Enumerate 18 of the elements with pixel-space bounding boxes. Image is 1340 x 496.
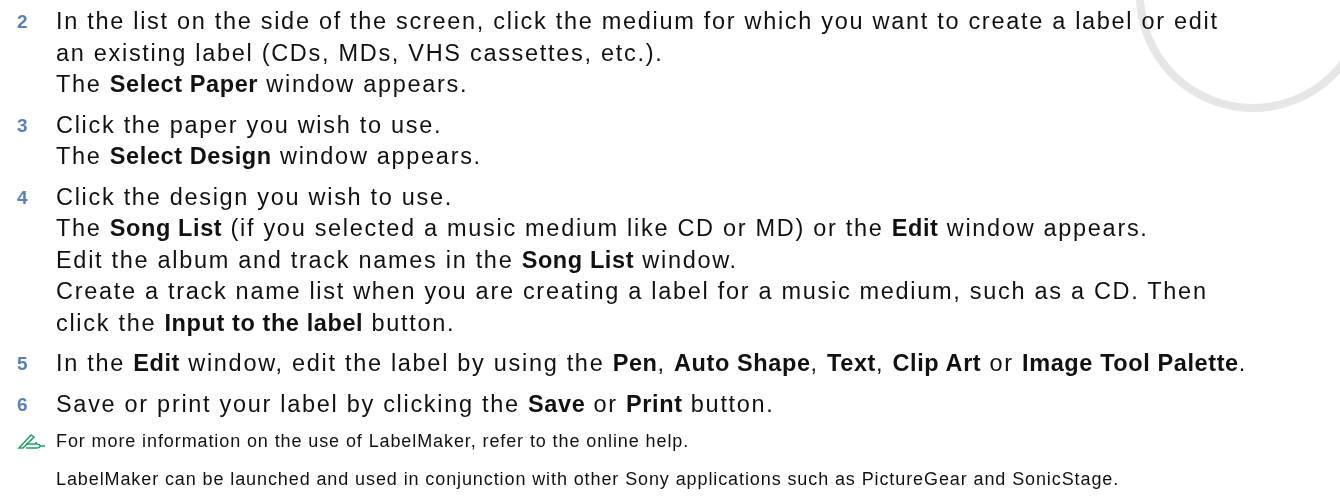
step-text: Click the design you wish to use. xyxy=(56,182,455,212)
step-text: Click the paper you wish to use. xyxy=(56,110,444,140)
footer-text: LabelMaker can be launched and used in conjunction with other Sony applications such as PictureGear and SonicStage. xyxy=(56,468,1121,491)
step-number: 4 xyxy=(17,185,29,210)
step-text: In the Edit window, edit the label by using the Pen, Auto Shape, Text, Clip Art or Image Tool Palette. xyxy=(56,349,1248,378)
step-text: Save or print your label by clicking the Save or Print button. xyxy=(56,389,776,419)
pen-hand-icon xyxy=(17,432,47,450)
step-text: In the list on the side of the screen, click the medium for which you want to create a label or edit an existing label (CDs, MDs, VHS cassettes, etc.). xyxy=(56,7,1220,68)
step-text: Create a track name list when you are creating a label for a music medium, such as a CD. Then click the Input to the label button. xyxy=(56,277,1209,338)
step-text: The Song List (if you selected a music medium like CD or MD) or the Edit window appears. xyxy=(56,214,1150,243)
step-number: 2 xyxy=(17,10,29,34)
step-number: 6 xyxy=(17,392,29,417)
step-text: Edit the album and track names in the Song List window. xyxy=(56,245,739,275)
step-text: The Select Design window appears. xyxy=(56,142,483,171)
step-number: 5 xyxy=(17,352,29,376)
step-number: 3 xyxy=(17,113,29,138)
step-text: The Select Paper window appears. xyxy=(56,70,470,99)
note-text: For more information on the use of LabelMaker, refer to the online help. xyxy=(56,430,690,453)
